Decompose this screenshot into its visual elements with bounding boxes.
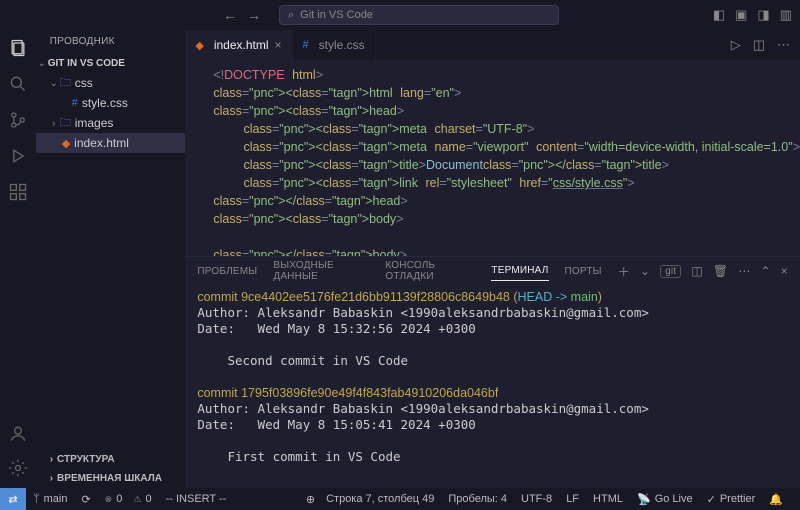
- close-icon[interactable]: ×: [275, 38, 282, 52]
- tree-folder-css[interactable]: ⌄ 🗀 css: [36, 73, 186, 93]
- problems-indicator[interactable]: ⊗0 ⚠0: [98, 493, 159, 505]
- split-editor-icon[interactable]: ◫: [753, 37, 765, 53]
- html-file-icon: ◆: [195, 39, 203, 52]
- go-live-button[interactable]: 📡Go Live: [630, 493, 700, 506]
- explorer-sidebar: ПРОВОДНИК ⌄ GIT IN VS CODE ⌄ 🗀 css # sty…: [36, 30, 186, 488]
- folder-icon: 🗀: [60, 74, 71, 93]
- encoding-indicator[interactable]: UTF-8: [514, 493, 559, 505]
- search-icon: ⌕: [288, 9, 294, 22]
- tree-root[interactable]: ⌄ GIT IN VS CODE: [36, 53, 186, 73]
- editor-tabs: ◆ index.html × # style.css ▷ ◫ ⋯: [185, 30, 800, 60]
- timeline-section[interactable]: ›ВРЕМЕННАЯ ШКАЛА: [36, 469, 186, 488]
- css-file-icon: #: [72, 97, 78, 109]
- layout-customize-icon[interactable]: ▥: [780, 7, 792, 23]
- nav-forward-icon[interactable]: →: [247, 7, 261, 23]
- folder-icon: 🗀: [60, 114, 71, 133]
- chevron-down-icon[interactable]: ⌄: [640, 264, 650, 278]
- panel-tab-problems[interactable]: ПРОБЛЕМЫ: [197, 262, 257, 281]
- prettier-indicator[interactable]: ✓Prettier: [700, 493, 763, 506]
- css-file-icon: #: [303, 39, 309, 51]
- target-icon: ⊕: [306, 493, 315, 506]
- terminal[interactable]: commit 9ce4402ee5176fe21d6bb91139f28806c…: [185, 285, 800, 488]
- extensions-icon[interactable]: [8, 182, 28, 202]
- more-icon[interactable]: ⋯: [738, 264, 750, 278]
- bottom-panel: ПРОБЛЕМЫ ВЫХОДНЫЕ ДАННЫЕ КОНСОЛЬ ОТЛАДКИ…: [185, 256, 800, 488]
- trash-icon[interactable]: 🗑: [713, 264, 728, 278]
- git-branch-indicator[interactable]: ᛘmain: [26, 493, 74, 505]
- remote-indicator[interactable]: ⇄: [0, 488, 26, 510]
- eol-indicator[interactable]: LF: [559, 493, 586, 505]
- source-control-icon[interactable]: [8, 110, 28, 130]
- new-terminal-icon[interactable]: ＋: [618, 263, 630, 280]
- search-icon[interactable]: [8, 74, 28, 94]
- tab-style[interactable]: # style.css: [293, 30, 376, 60]
- close-panel-icon[interactable]: ×: [781, 264, 788, 278]
- editor-group: ◆ index.html × # style.css ▷ ◫ ⋯ <!DOCTY…: [185, 30, 800, 488]
- more-icon[interactable]: ⋯: [777, 37, 790, 53]
- panel-tab-debug[interactable]: КОНСОЛЬ ОТЛАДКИ: [385, 256, 475, 286]
- layout-sidebar-right-icon[interactable]: ◨: [757, 7, 769, 23]
- tab-index[interactable]: ◆ index.html ×: [185, 30, 292, 60]
- layout-sidebar-left-icon[interactable]: ◧: [713, 7, 725, 23]
- split-terminal-icon[interactable]: ◫: [691, 264, 703, 278]
- run-debug-icon[interactable]: [8, 146, 28, 166]
- indentation-indicator[interactable]: Пробелы: 4: [441, 493, 514, 505]
- code-editor[interactable]: <!DOCTYPE html> class="pnc"><class="tagn…: [185, 60, 800, 256]
- layout-panel-bottom-icon[interactable]: ▣: [735, 7, 747, 23]
- sync-icon: ⟳: [81, 493, 90, 506]
- terminal-shell-label[interactable]: git: [660, 265, 681, 278]
- outline-section[interactable]: ›СТРУКТУРА: [36, 450, 186, 469]
- warning-icon: ⚠: [133, 494, 141, 505]
- accounts-icon[interactable]: [8, 424, 28, 444]
- error-icon: ⊗: [105, 494, 113, 505]
- maximize-panel-icon[interactable]: ⌃: [761, 264, 771, 278]
- explorer-icon[interactable]: [8, 38, 28, 58]
- panel-tab-output[interactable]: ВЫХОДНЫЕ ДАННЫЕ: [273, 256, 369, 286]
- sync-indicator[interactable]: ⟳: [74, 493, 97, 506]
- cursor-position[interactable]: ⊕ Строка 7, столбец 49: [299, 493, 442, 506]
- tree-file-index[interactable]: ◆ index.html: [36, 133, 186, 153]
- tree-folder-images[interactable]: › 🗀 images: [36, 113, 186, 133]
- check-icon: ✓: [707, 493, 716, 506]
- html-file-icon: ◆: [62, 137, 70, 150]
- chevron-right-icon: ›: [48, 118, 60, 129]
- command-center-search[interactable]: ⌕ Git in VS Code: [279, 5, 559, 25]
- search-placeholder: Git in VS Code: [300, 9, 373, 21]
- panel-tab-ports[interactable]: ПОРТЫ: [565, 262, 602, 281]
- tree-file-style[interactable]: # style.css: [36, 93, 186, 113]
- panel-tab-terminal[interactable]: ТЕРМИНАЛ: [491, 261, 548, 281]
- nav-back-icon[interactable]: ←: [223, 7, 237, 23]
- chevron-down-icon: ⌄: [36, 58, 48, 69]
- language-indicator[interactable]: HTML: [586, 493, 630, 505]
- file-tree: ⌄ GIT IN VS CODE ⌄ 🗀 css # style.css › 🗀…: [36, 53, 186, 450]
- status-bar: ⇄ ᛘmain ⟳ ⊗0 ⚠0 -- INSERT -- ⊕ Строка 7,…: [0, 488, 800, 510]
- chevron-down-icon: ⌄: [48, 78, 60, 89]
- broadcast-icon: 📡: [637, 493, 651, 506]
- run-icon[interactable]: ▷: [731, 37, 741, 53]
- chevron-right-icon: ›: [50, 473, 53, 484]
- settings-gear-icon[interactable]: [8, 458, 28, 478]
- branch-icon: ᛘ: [33, 493, 40, 505]
- vim-mode-indicator: -- INSERT --: [159, 493, 234, 505]
- title-bar: ← → ⌕ Git in VS Code ◧ ▣ ◨ ▥: [0, 0, 800, 30]
- notifications-icon[interactable]: 🔔: [762, 493, 790, 506]
- explorer-title: ПРОВОДНИК: [36, 30, 186, 53]
- activity-bar: [0, 30, 36, 488]
- chevron-right-icon: ›: [50, 454, 53, 465]
